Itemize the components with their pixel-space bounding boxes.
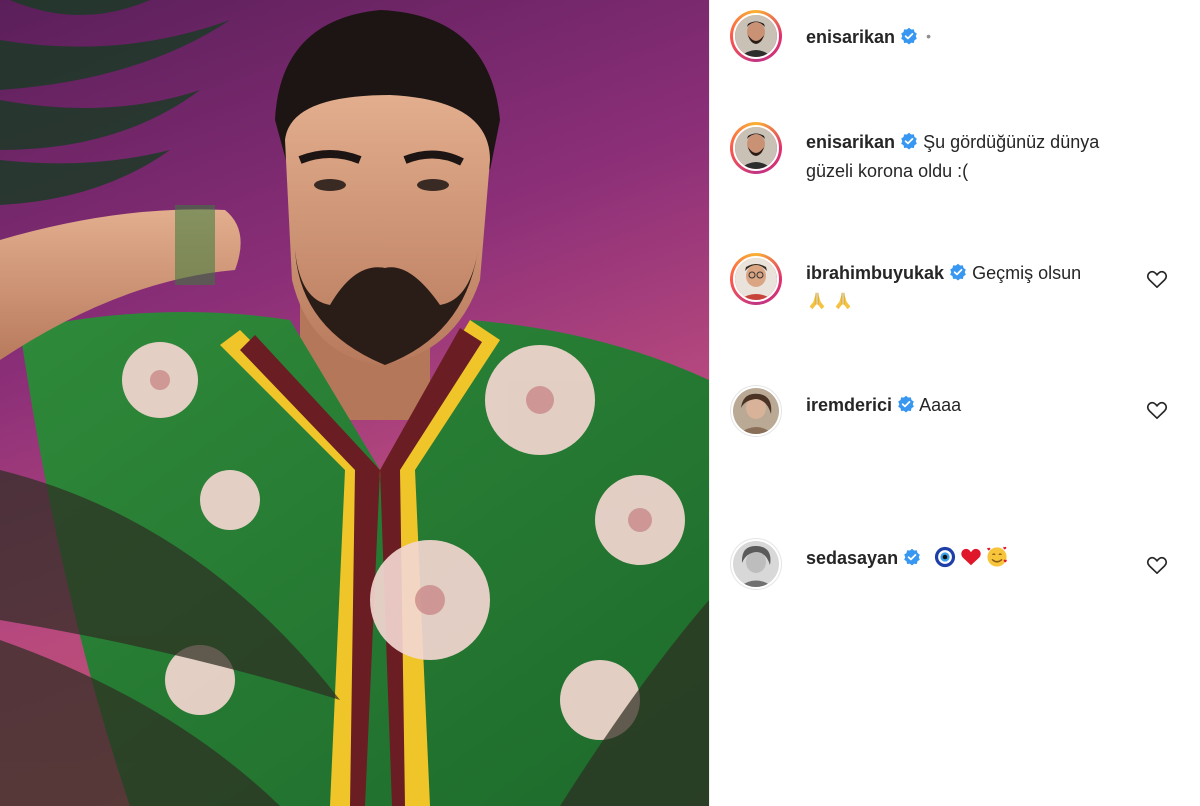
author-avatar[interactable] bbox=[730, 10, 782, 62]
comment-item: sedasayan bbox=[730, 538, 1180, 598]
commenter-avatar-image bbox=[733, 541, 779, 587]
comment-item: iremderici Aaaa bbox=[730, 385, 1180, 445]
caption-username[interactable]: enisarikan bbox=[806, 132, 895, 152]
like-heart-icon[interactable] bbox=[1146, 555, 1168, 575]
comment-item: ibrahimbuyukak Geçmiş olsun bbox=[730, 253, 1180, 323]
author-username[interactable]: enisarikan bbox=[806, 27, 895, 47]
like-heart-icon[interactable] bbox=[1146, 400, 1168, 420]
comment-username[interactable]: iremderici bbox=[806, 395, 892, 415]
post-side-panel: enisarikan • enisarikan Şu gördüğünüz dün… bbox=[710, 0, 1200, 806]
red-heart-emoji-icon bbox=[961, 548, 981, 566]
post-caption: enisarikan Şu gördüğünüz dünya güzeli ko… bbox=[730, 122, 1180, 192]
verified-icon bbox=[898, 395, 914, 413]
comment-username[interactable]: sedasayan bbox=[806, 548, 898, 568]
commenter-avatar-image bbox=[735, 258, 777, 300]
verified-icon bbox=[901, 27, 917, 45]
comment-text: Aaaa bbox=[919, 395, 962, 415]
verified-icon bbox=[950, 263, 966, 281]
post-photo[interactable] bbox=[0, 0, 709, 806]
commenter-avatar[interactable] bbox=[730, 385, 782, 437]
commenter-avatar[interactable] bbox=[730, 253, 782, 305]
folded-hands-emoji-icon bbox=[835, 292, 851, 310]
commenter-avatar-image bbox=[733, 388, 779, 434]
folded-hands-emoji-icon bbox=[809, 292, 825, 310]
commenter-avatar[interactable] bbox=[730, 538, 782, 590]
comment-text: Geçmiş olsun bbox=[972, 263, 1082, 283]
like-heart-icon[interactable] bbox=[1146, 269, 1168, 289]
header-separator-dot: • bbox=[926, 28, 931, 44]
verified-icon bbox=[901, 132, 917, 150]
post-photo-illustration bbox=[0, 0, 709, 806]
caption-author-avatar-image bbox=[735, 127, 777, 169]
verified-icon bbox=[904, 548, 920, 566]
smiling-face-with-hearts-emoji-icon bbox=[987, 546, 1007, 567]
comment-username[interactable]: ibrahimbuyukak bbox=[806, 263, 944, 283]
caption-author-avatar[interactable] bbox=[730, 122, 782, 174]
nazar-amulet-emoji-icon bbox=[935, 546, 956, 568]
author-avatar-image bbox=[735, 15, 777, 57]
